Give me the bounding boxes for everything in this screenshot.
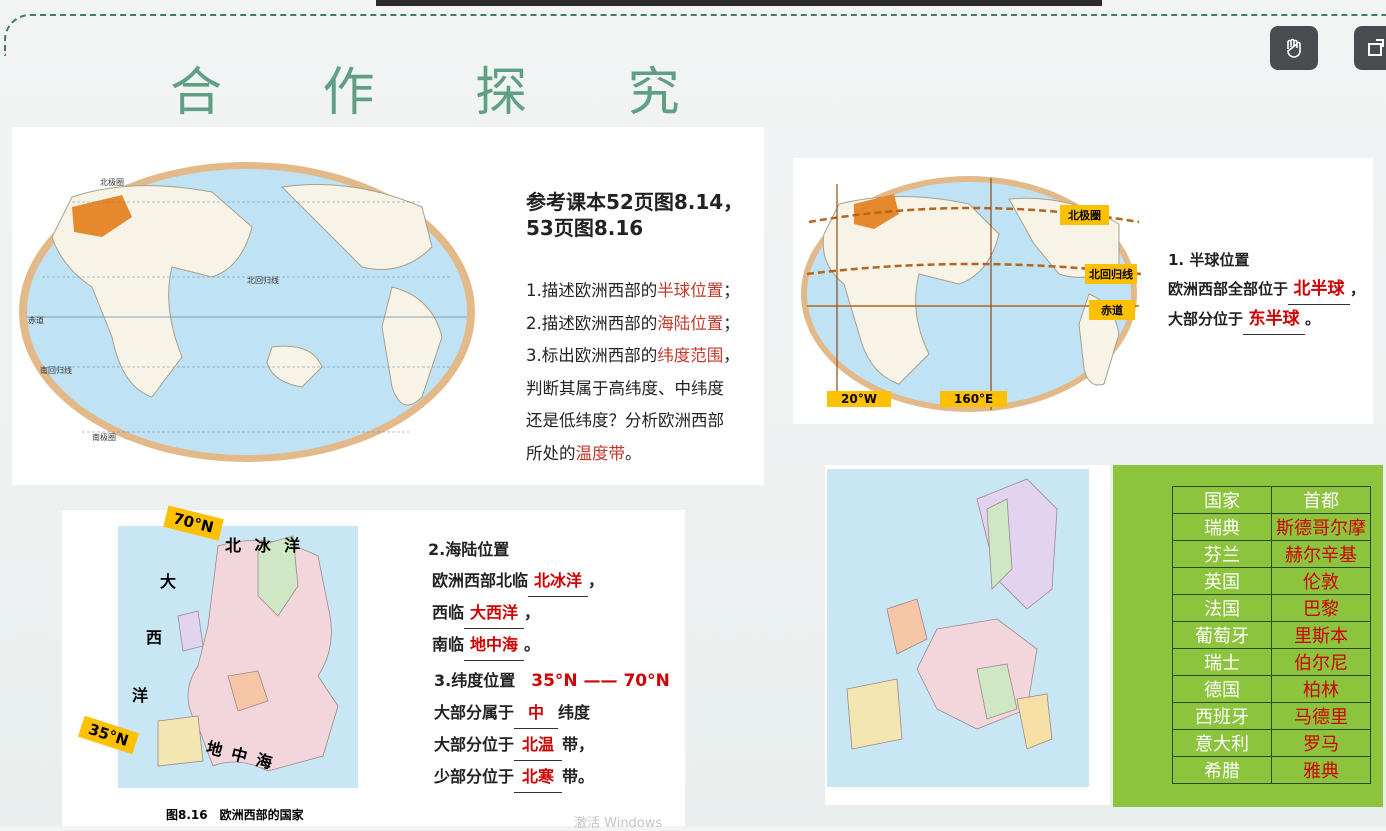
tag-tropic: 北回归线	[1085, 264, 1137, 284]
question-2: 2.描述欧洲西部的海陆位置；	[526, 313, 740, 333]
capitals-table: 国家 首都 瑞典 斯德哥尔摩 芬兰 赫尔辛基 英国 伦敦 法国 巴黎 葡萄牙 里斯本 瑞士 伯尔尼 德国…	[1172, 486, 1371, 784]
question-1: 1.描述欧洲西部的半球位置；	[526, 281, 740, 300]
country-cell: 英国	[1172, 567, 1272, 595]
table-row: 芬兰 赫尔辛基	[1172, 540, 1371, 568]
table-row: 德国 柏林	[1172, 675, 1371, 703]
country-cell: 西班牙	[1172, 702, 1272, 730]
country-cell: 瑞士	[1172, 648, 1272, 676]
gesture-button[interactable]	[1270, 26, 1318, 70]
answer-northern: 北半球	[1288, 275, 1351, 305]
question-list: 1.描述欧洲西部的半球位置； 2.描述欧洲西部的海陆位置； 3.标出欧洲西部的纬…	[526, 275, 740, 470]
capital-cell: 马德里	[1271, 702, 1371, 730]
world-map-panel: 北极圈 北回归线 赤道 南回归线 南极圈 参考课本52页图8.14， 53页图8…	[12, 127, 764, 485]
map-label-tropic-n: 北回归线	[247, 275, 279, 285]
country-cell: 瑞典	[1172, 513, 1272, 541]
ocean-north-label: 北 冰 洋	[225, 536, 305, 555]
capital-cell: 柏林	[1271, 675, 1371, 703]
latitude-answers: 3.纬度位置 35°N —— 70°N 大部分属于中纬度 大部分位于 北温 带， 少…	[434, 665, 670, 793]
table-row: 葡萄牙 里斯本	[1172, 621, 1371, 649]
hemisphere-answer: 1. 半球位置 欧洲西部全部位于 北半球， 大部分位于 东半球。	[1168, 246, 1365, 335]
map-caption: 图8.16 欧洲西部的国家	[166, 808, 304, 822]
hemisphere-panel: 北极圈 北回归线 赤道 20°W 160°E 1. 半球位置 欧洲西部全部位于北…	[793, 158, 1373, 424]
map-label-tropic-s: 南回归线	[40, 365, 72, 375]
capital-cell: 伦敦	[1271, 567, 1371, 595]
tag-equator: 赤道	[1089, 300, 1135, 320]
capital-cell: 里斯本	[1271, 621, 1371, 649]
world-map: 北极圈 北回归线 赤道 南回归线 南极圈	[19, 162, 475, 462]
table-row: 西班牙 马德里	[1172, 702, 1371, 730]
europe-countries-map	[827, 469, 1089, 787]
tag-20w: 20°W	[827, 391, 891, 407]
map-label-antarctic: 南极圈	[92, 432, 116, 442]
country-cell: 葡萄牙	[1172, 621, 1272, 649]
header-capital: 首都	[1271, 486, 1371, 514]
europe-countries-map-panel	[825, 465, 1110, 805]
table-row: 瑞士 伯尔尼	[1172, 648, 1371, 676]
table-row: 意大利 罗马	[1172, 729, 1371, 757]
capital-cell: 斯德哥尔摩	[1271, 513, 1371, 541]
country-cell: 德国	[1172, 675, 1272, 703]
map-label-arctic: 北极圈	[100, 177, 124, 187]
tag-arctic: 北极圈	[1060, 205, 1109, 225]
table-row: 法国 巴黎	[1172, 594, 1371, 622]
table-row: 希腊 雅典	[1172, 756, 1371, 784]
capital-cell: 赫尔辛基	[1271, 540, 1371, 568]
table-row: 英国 伦敦	[1172, 567, 1371, 595]
window-top-bar	[376, 0, 1102, 6]
land-sea-answers: 2.海陆位置 欧洲西部北临 北冰洋， 西临 大西洋， 南临 地中海。	[428, 534, 604, 661]
answer-eastern: 东半球	[1243, 305, 1306, 335]
ocean-west-1: 大	[160, 572, 177, 591]
capital-cell: 雅典	[1271, 756, 1371, 784]
reference-text: 参考课本52页图8.14， 53页图8.16	[526, 190, 744, 240]
tag-160e: 160°E	[940, 391, 1008, 407]
slide-title: 合 作 探 究	[170, 63, 722, 123]
rotate-icon	[1368, 39, 1384, 56]
country-cell: 希腊	[1172, 756, 1272, 784]
table-row: 瑞典 斯德哥尔摩	[1172, 513, 1371, 541]
country-cell: 法国	[1172, 594, 1272, 622]
rotate-button[interactable]	[1354, 26, 1386, 70]
ocean-west-2: 西	[146, 628, 163, 647]
hand-gesture-icon	[1287, 38, 1301, 58]
country-cell: 芬兰	[1172, 540, 1272, 568]
windows-watermark: 激活 Windows	[574, 816, 663, 831]
ocean-west-3: 洋	[132, 686, 149, 705]
land-sea-panel: 70°N 35°N 北 冰 洋 大 西 洋 地 中 海 图8.16 欧洲西部的国…	[62, 505, 685, 831]
question-3: 3.标出欧洲西部的纬度范围，	[526, 346, 740, 365]
country-cell: 意大利	[1172, 729, 1272, 757]
map-label-equator: 赤道	[28, 315, 44, 325]
header-country: 国家	[1172, 486, 1272, 514]
capital-cell: 罗马	[1271, 729, 1371, 757]
capital-cell: 伯尔尼	[1271, 648, 1371, 676]
capital-cell: 巴黎	[1271, 594, 1371, 622]
table-header-row: 国家 首都	[1172, 486, 1371, 514]
